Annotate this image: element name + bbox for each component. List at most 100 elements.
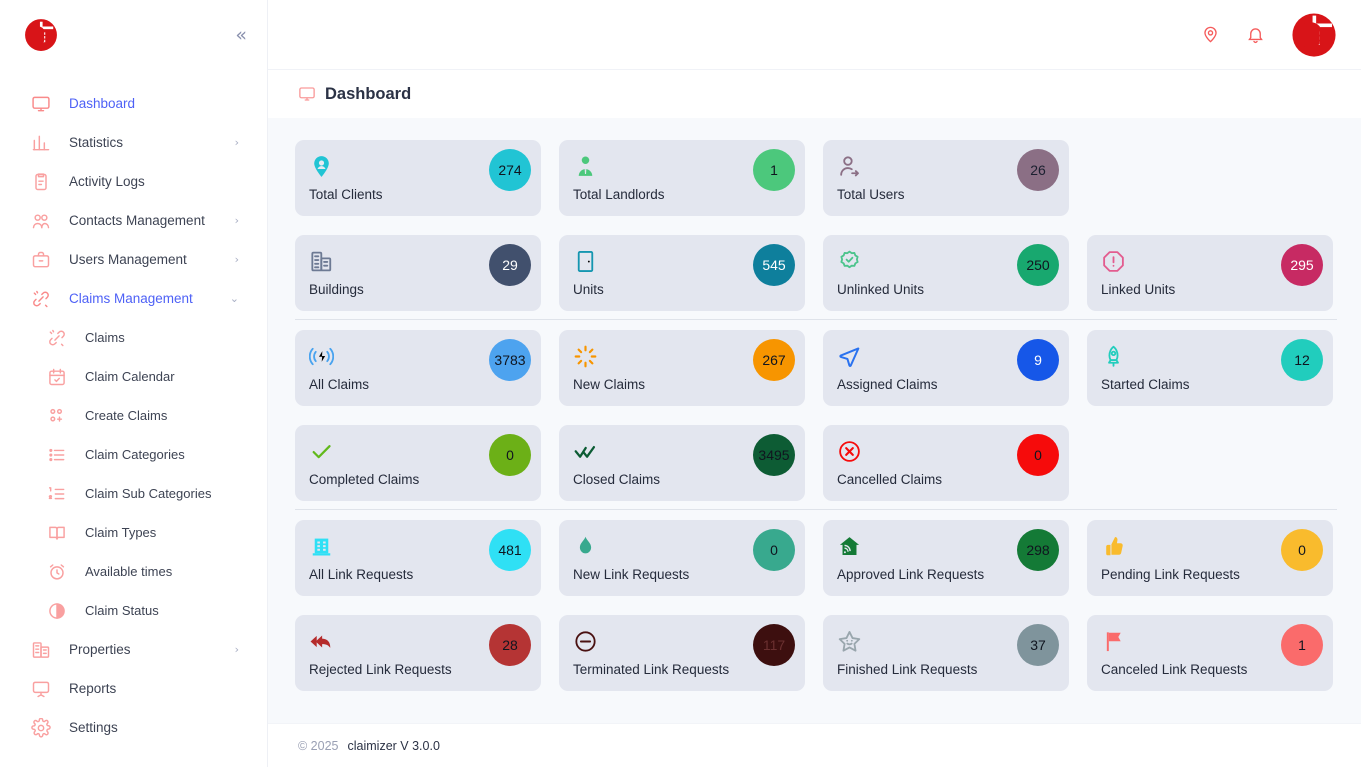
stat-card-title: Rejected Link Requests <box>309 662 452 677</box>
stat-card-canceled-link-requests[interactable]: Canceled Link Requests 1 <box>1087 615 1333 691</box>
stat-card-unlinked-units[interactable]: Unlinked Units 250 <box>823 235 1069 311</box>
sidebar-item-statistics[interactable]: Statistics › <box>0 123 267 162</box>
sidebar-item-label: Settings <box>69 720 118 735</box>
stat-card-value: 0 <box>770 542 778 558</box>
sidebar-item-activity-logs[interactable]: Activity Logs <box>0 162 267 201</box>
stat-card-badge: 250 <box>1017 244 1059 286</box>
chevron-down-icon[interactable]: ⌄ <box>230 293 239 304</box>
stat-card-closed-claims[interactable]: Closed Claims 3495 <box>559 425 805 501</box>
stat-card-value: 0 <box>1298 542 1306 558</box>
stat-card-all-claims[interactable]: All Claims 3783 <box>295 330 541 406</box>
stat-card-title: Assigned Claims <box>837 377 938 392</box>
stat-card-all-link-requests[interactable]: All Link Requests 481 <box>295 520 541 596</box>
stat-card-terminated-link-requests[interactable]: Terminated Link Requests 117 <box>559 615 805 691</box>
sidebar-item-create-claims[interactable]: Create Claims <box>0 396 267 435</box>
stat-card-badge: 37 <box>1017 624 1059 666</box>
sidebar-item-claim-calendar[interactable]: Claim Calendar <box>0 357 267 396</box>
sidebar-item-claim-types[interactable]: Claim Types <box>0 513 267 552</box>
stat-card-units[interactable]: Units 545 <box>559 235 805 311</box>
stat-card-title: Cancelled Claims <box>837 472 943 487</box>
stat-card-approved-link-requests[interactable]: Approved Link Requests 298 <box>823 520 1069 596</box>
sidebar-item-claims[interactable]: Claims <box>0 318 267 357</box>
stat-card-title: Linked Units <box>1101 282 1176 297</box>
stat-card-badge: 26 <box>1017 149 1059 191</box>
link-icon <box>30 288 52 310</box>
sidebar-item-users-management[interactable]: Users Management › <box>0 240 267 279</box>
stat-card-total-landlords[interactable]: Total Landlords 1 <box>559 140 805 216</box>
stat-card-value: 3495 <box>758 447 790 463</box>
card-grid: All Claims 3783 New Claims 267 Assigned Clai… <box>295 330 1337 501</box>
stat-card-badge: 29 <box>489 244 531 286</box>
sidebar-item-dashboard[interactable]: Dashboard <box>0 84 267 123</box>
sidebar-item-available-times[interactable]: Available times <box>0 552 267 591</box>
sidebar-item-settings[interactable]: Settings <box>0 708 267 747</box>
chevron-right-icon[interactable]: › <box>235 254 239 265</box>
chevron-right-icon[interactable]: › <box>235 137 239 148</box>
sidebar-item-label: Available times <box>85 564 173 579</box>
stat-card-badge: 0 <box>1017 434 1059 476</box>
stat-card-assigned-claims[interactable]: Assigned Claims 9 <box>823 330 1069 406</box>
stat-card-value: 29 <box>502 257 518 273</box>
stat-card-pending-link-requests[interactable]: Pending Link Requests 0 <box>1087 520 1333 596</box>
stat-card-badge: 298 <box>1017 529 1059 571</box>
stat-card-badge: 0 <box>1281 529 1323 571</box>
stat-card-title: Closed Claims <box>573 472 661 487</box>
bar-chart-icon <box>30 132 52 154</box>
stat-card-value: 37 <box>1030 637 1046 653</box>
stat-card-badge: 28 <box>489 624 531 666</box>
sidebar-item-label: Statistics <box>69 135 124 150</box>
main-area: Dashboard Total Clients 274 Total Landlord… <box>268 0 1361 767</box>
footer-app-version: claimizer V 3.0.0 <box>347 738 440 753</box>
stat-card-badge: 117 <box>753 624 795 666</box>
sidebar-collapse-button[interactable]: « <box>235 25 247 45</box>
card-group-link-requests: All Link Requests 481 New Link Requests 0 Ap… <box>295 509 1337 699</box>
stat-card-finished-link-requests[interactable]: Finished Link Requests 37 <box>823 615 1069 691</box>
stat-card-value: 12 <box>1294 352 1310 368</box>
sidebar-item-claim-categories[interactable]: Claim Categories <box>0 435 267 474</box>
stat-card-title: Buildings <box>309 282 364 297</box>
stat-card-cancelled-claims[interactable]: Cancelled Claims 0 <box>823 425 1069 501</box>
stat-card-title: Total Clients <box>309 187 383 202</box>
stat-card-title: New Link Requests <box>573 567 690 582</box>
sidebar-item-claim-status[interactable]: Claim Status <box>0 591 267 630</box>
stat-card-value: 28 <box>502 637 518 653</box>
stat-card-total-clients[interactable]: Total Clients 274 <box>295 140 541 216</box>
stat-card-badge: 1 <box>1281 624 1323 666</box>
stat-card-badge: 267 <box>753 339 795 381</box>
stat-card-value: 117 <box>762 637 786 653</box>
claimizer-avatar-logo[interactable] <box>1291 12 1337 58</box>
stat-card-started-claims[interactable]: Started Claims 12 <box>1087 330 1333 406</box>
stat-card-badge: 295 <box>1281 244 1323 286</box>
stat-card-badge: 0 <box>753 529 795 571</box>
stat-card-title: Total Landlords <box>573 187 665 202</box>
sidebar-item-properties[interactable]: Properties › <box>0 630 267 669</box>
stat-card-rejected-link-requests[interactable]: Rejected Link Requests 28 <box>295 615 541 691</box>
sidebar-header: « <box>0 0 267 70</box>
stat-card-completed-claims[interactable]: Completed Claims 0 <box>295 425 541 501</box>
stat-card-buildings[interactable]: Buildings 29 <box>295 235 541 311</box>
sidebar-item-reports[interactable]: Reports <box>0 669 267 708</box>
sidebar-item-label: Claims <box>85 330 125 345</box>
stat-card-value: 0 <box>506 447 514 463</box>
stat-card-new-claims[interactable]: New Claims 267 <box>559 330 805 406</box>
chevron-right-icon[interactable]: › <box>235 644 239 655</box>
dashboard-app: « Dashboard Statistics › Activity Logs Conta… <box>0 0 1361 767</box>
sidebar-item-contacts-management[interactable]: Contacts Management › <box>0 201 267 240</box>
sidebar-item-label: Claim Types <box>85 525 157 540</box>
stat-card-new-link-requests[interactable]: New Link Requests 0 <box>559 520 805 596</box>
location-pin-icon[interactable] <box>1201 25 1220 44</box>
stat-card-total-users[interactable]: Total Users 26 <box>823 140 1069 216</box>
card-grid: Total Clients 274 Total Landlords 1 Total Us… <box>295 140 1337 311</box>
stat-card-value: 26 <box>1030 162 1046 178</box>
chevron-right-icon[interactable]: › <box>235 215 239 226</box>
stat-card-title: Canceled Link Requests <box>1101 662 1248 677</box>
ordered-list-icon <box>46 483 68 505</box>
card-group-entities: Total Clients 274 Total Landlords 1 Total Us… <box>295 130 1337 319</box>
stat-card-linked-units[interactable]: Linked Units 295 <box>1087 235 1333 311</box>
sidebar-item-claim-sub-categories[interactable]: Claim Sub Categories <box>0 474 267 513</box>
sidebar-item-label: Claims Management <box>69 291 193 306</box>
briefcase-icon <box>30 249 52 271</box>
stat-card-badge: 274 <box>489 149 531 191</box>
sidebar-item-claims-management[interactable]: Claims Management ⌄ <box>0 279 267 318</box>
bell-icon[interactable] <box>1246 25 1265 44</box>
